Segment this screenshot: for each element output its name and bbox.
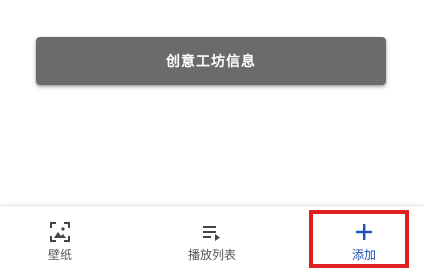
nav-item-playlist[interactable]: 播放列表 (172, 206, 252, 272)
content-area: 创意工坊信息 (0, 0, 424, 205)
add-icon (351, 220, 377, 244)
bottom-navigation: 壁纸 播放列表 添加 (0, 205, 424, 273)
playlist-icon (199, 220, 225, 244)
nav-item-add-label: 添加 (351, 248, 376, 262)
nav-item-wallpaper-label: 壁纸 (47, 248, 72, 262)
workshop-info-button-label: 创意工坊信息 (166, 54, 256, 70)
nav-item-playlist-label: 播放列表 (187, 248, 236, 262)
nav-item-wallpaper[interactable]: 壁纸 (20, 206, 100, 272)
wallpaper-icon (47, 220, 73, 244)
nav-item-add[interactable]: 添加 (324, 206, 404, 272)
workshop-info-button[interactable]: 创意工坊信息 (36, 37, 386, 85)
